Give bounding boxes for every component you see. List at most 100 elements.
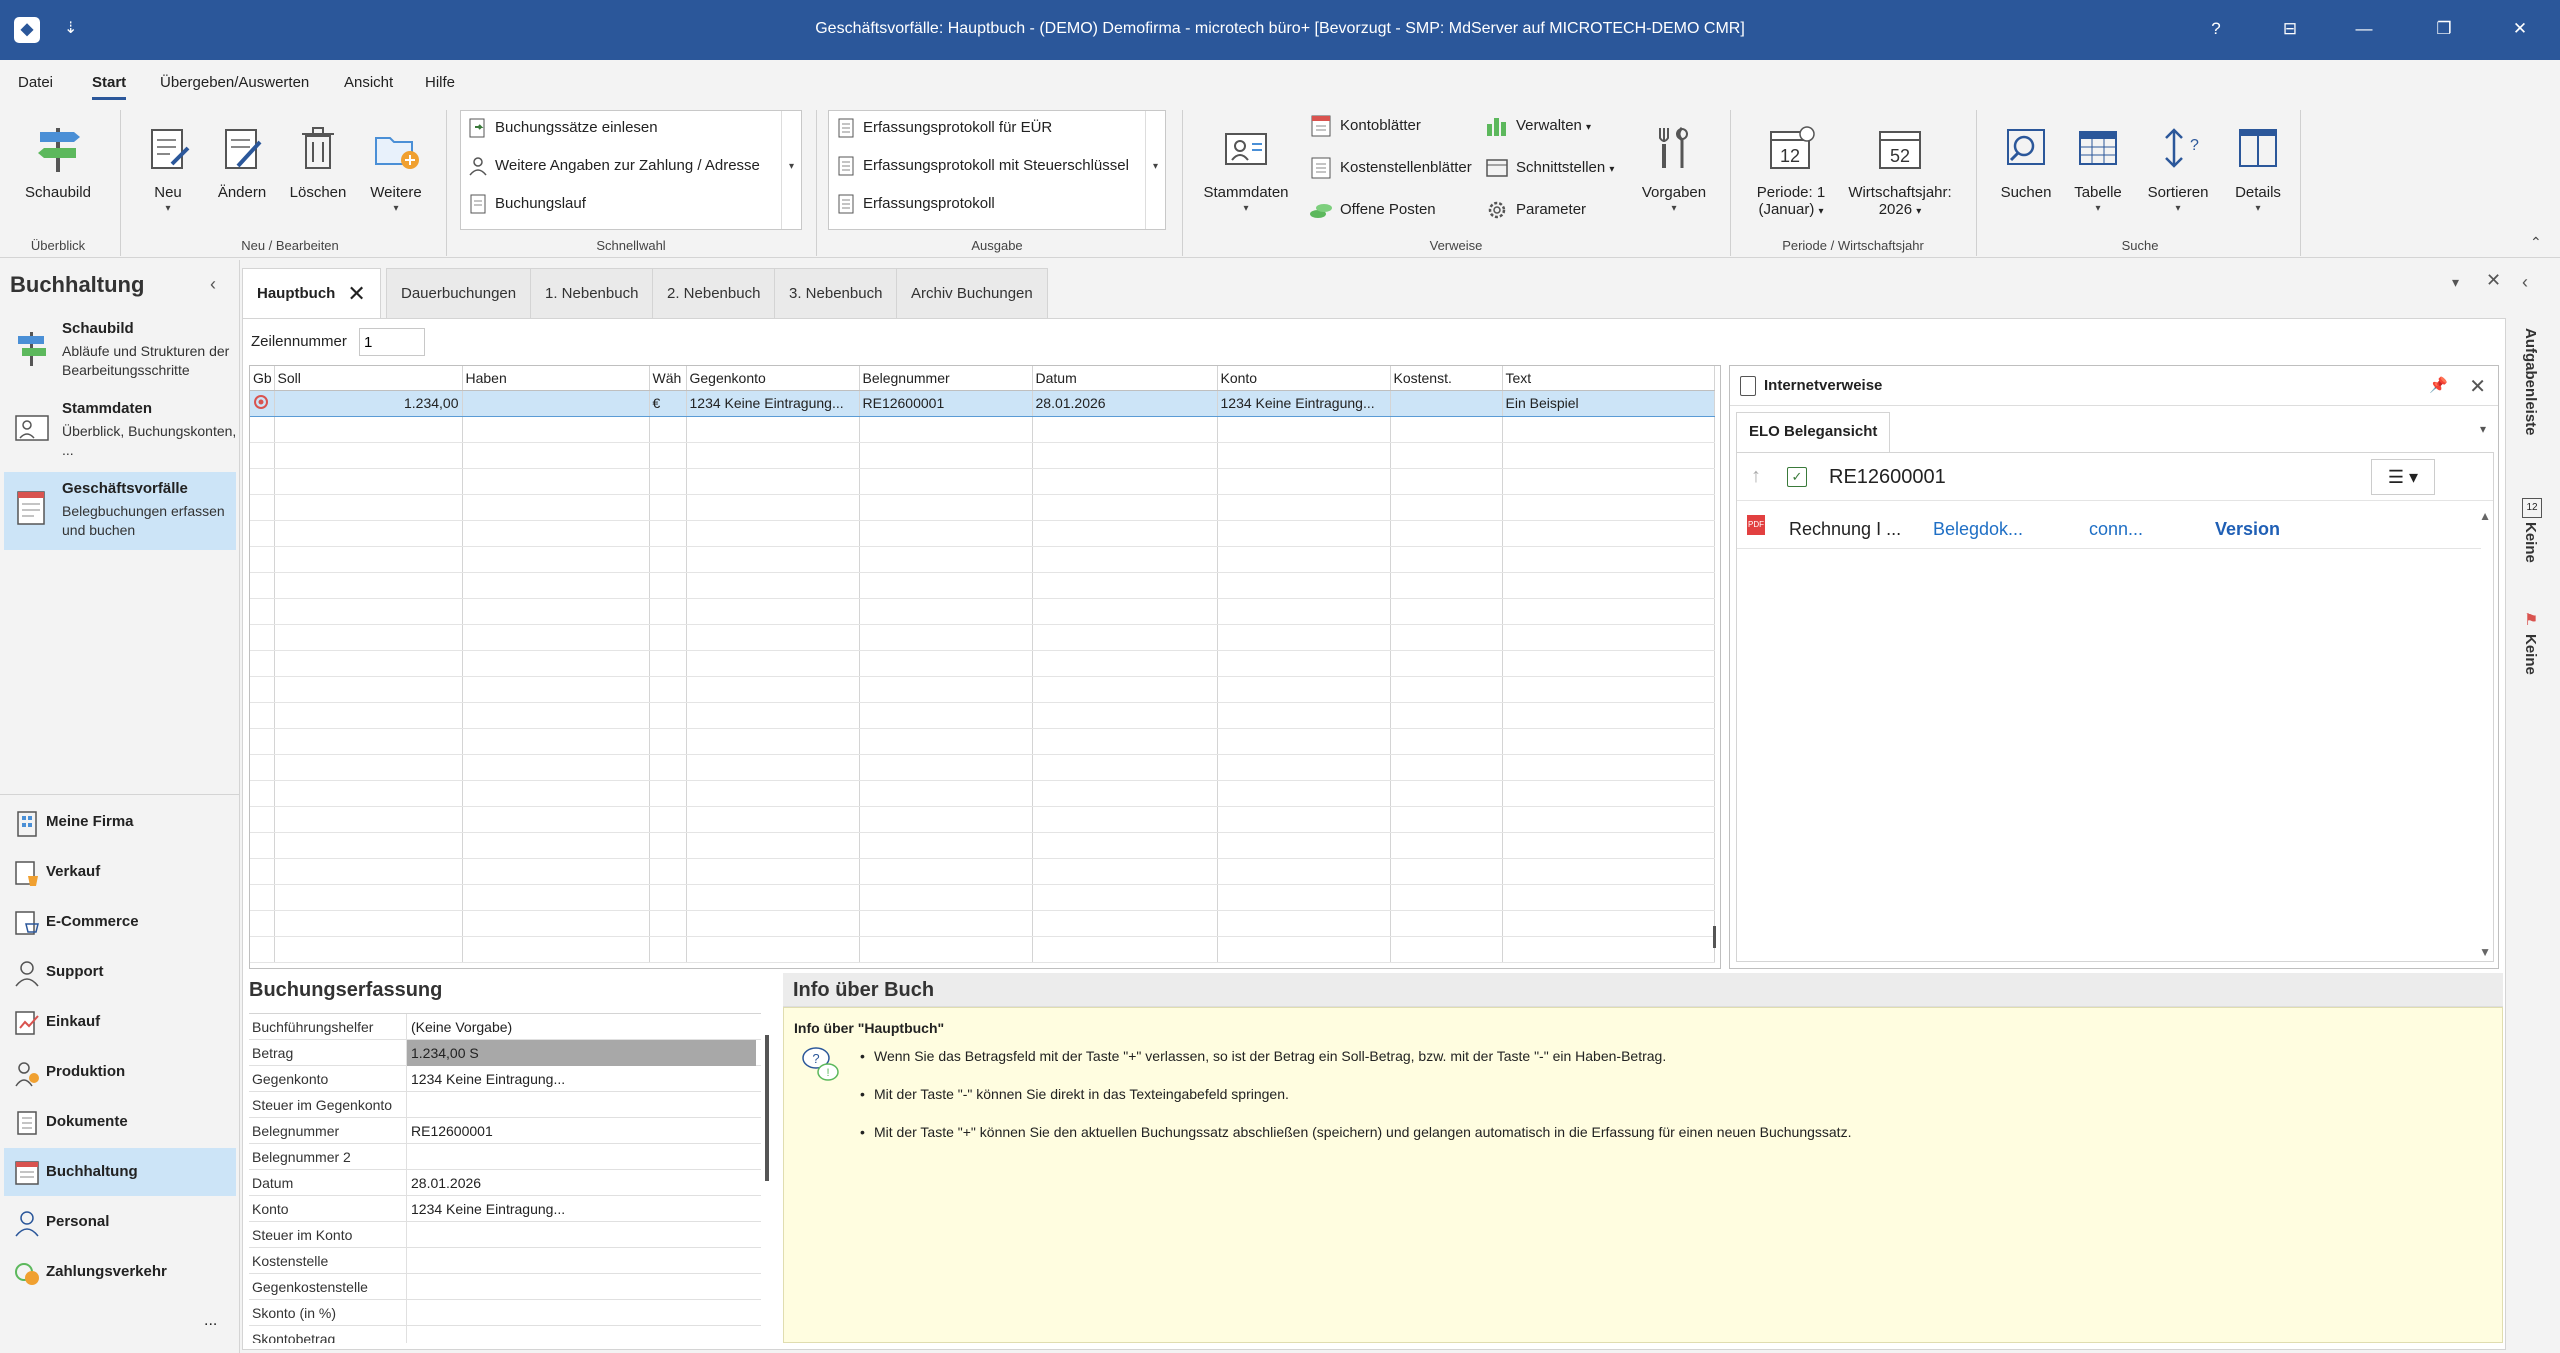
empty-cell[interactable]: [250, 806, 275, 833]
empty-cell[interactable]: [1032, 936, 1218, 963]
empty-cell[interactable]: [1390, 546, 1503, 573]
empty-cell[interactable]: [1502, 676, 1715, 703]
empty-cell[interactable]: [1390, 910, 1503, 937]
empty-cell[interactable]: [462, 754, 650, 781]
empty-cell[interactable]: [1217, 910, 1391, 937]
empty-cell[interactable]: [686, 702, 860, 729]
empty-cell[interactable]: [686, 910, 860, 937]
empty-cell[interactable]: [649, 728, 687, 755]
column-header-soll[interactable]: Soll: [274, 366, 463, 391]
empty-cell[interactable]: [649, 416, 687, 443]
empty-cell[interactable]: [859, 520, 1033, 547]
empty-cell[interactable]: [1390, 494, 1503, 521]
nav-module-produktion[interactable]: Produktion: [4, 1048, 236, 1096]
collapse-ribbon-icon[interactable]: ⌃: [2530, 234, 2542, 251]
nav-module-personal[interactable]: Personal: [4, 1198, 236, 1246]
vorgaben-button[interactable]: Vorgaben ▾: [1636, 122, 1712, 214]
empty-table-row[interactable]: [250, 806, 1715, 833]
empty-cell[interactable]: [1217, 572, 1391, 599]
empty-cell[interactable]: [1502, 494, 1715, 521]
empty-cell[interactable]: [250, 780, 275, 807]
empty-cell[interactable]: [686, 884, 860, 911]
empty-cell[interactable]: [1032, 494, 1218, 521]
empty-cell[interactable]: [274, 702, 463, 729]
form-scrollbar[interactable]: [765, 1035, 769, 1181]
empty-cell[interactable]: [649, 520, 687, 547]
expand-strip-icon[interactable]: ‹: [2522, 272, 2528, 293]
empty-table-row[interactable]: [250, 650, 1715, 677]
empty-table-row[interactable]: [250, 728, 1715, 755]
empty-cell[interactable]: [649, 572, 687, 599]
empty-table-row[interactable]: [250, 780, 1715, 807]
empty-cell[interactable]: [859, 884, 1033, 911]
empty-cell[interactable]: [1390, 572, 1503, 599]
empty-cell[interactable]: [1217, 520, 1391, 547]
empty-cell[interactable]: [1390, 520, 1503, 547]
empty-cell[interactable]: [250, 572, 275, 599]
empty-cell[interactable]: [859, 416, 1033, 443]
empty-cell[interactable]: [1502, 468, 1715, 495]
empty-cell[interactable]: [686, 598, 860, 625]
grid-scrollbar[interactable]: [1713, 926, 1716, 948]
empty-cell[interactable]: [462, 728, 650, 755]
close-button[interactable]: ✕: [2500, 14, 2540, 44]
kontoblaetter-button[interactable]: Kontoblätter: [1308, 112, 1421, 142]
empty-cell[interactable]: [250, 676, 275, 703]
erfassungsprotokoll-euer-item[interactable]: Erfassungsprotokoll für EÜR: [835, 117, 1052, 139]
empty-cell[interactable]: [250, 702, 275, 729]
field-skonto-prozent[interactable]: Skonto (in %): [249, 1300, 761, 1326]
empty-table-row[interactable]: [250, 546, 1715, 573]
empty-cell[interactable]: [1502, 546, 1715, 573]
empty-cell[interactable]: [250, 416, 275, 443]
tab-1-nebenbuch[interactable]: 1. Nebenbuch: [530, 268, 654, 320]
empty-cell[interactable]: [1390, 442, 1503, 469]
empty-cell[interactable]: [649, 806, 687, 833]
field-belegnummer-2[interactable]: Belegnummer 2: [249, 1144, 761, 1170]
empty-cell[interactable]: [859, 728, 1033, 755]
empty-table-row[interactable]: [250, 702, 1715, 729]
tab-start[interactable]: Start: [92, 74, 127, 100]
empty-cell[interactable]: [1217, 546, 1391, 573]
empty-cell[interactable]: [274, 598, 463, 625]
empty-cell[interactable]: [462, 780, 650, 807]
empty-cell[interactable]: [1502, 858, 1715, 885]
empty-cell[interactable]: [462, 572, 650, 599]
empty-cell[interactable]: [686, 650, 860, 677]
empty-cell[interactable]: [686, 494, 860, 521]
empty-cell[interactable]: [859, 624, 1033, 651]
nav-module-e-commerce[interactable]: E-Commerce: [4, 898, 236, 946]
restore-button[interactable]: ❐: [2424, 14, 2464, 44]
parameter-button[interactable]: Parameter: [1484, 196, 1586, 226]
empty-cell[interactable]: [1217, 806, 1391, 833]
empty-cell[interactable]: [250, 520, 275, 547]
minimize-button[interactable]: —: [2344, 14, 2384, 44]
empty-cell[interactable]: [649, 936, 687, 963]
elo-menu-button[interactable]: ☰ ▾: [2371, 459, 2435, 495]
tab-ansicht[interactable]: Ansicht: [344, 74, 393, 91]
empty-cell[interactable]: [250, 858, 275, 885]
tabelle-button[interactable]: Tabelle ▾: [2062, 122, 2134, 214]
empty-cell[interactable]: [1032, 468, 1218, 495]
empty-cell[interactable]: [462, 858, 650, 885]
empty-cell[interactable]: [686, 468, 860, 495]
empty-cell[interactable]: [1390, 884, 1503, 911]
empty-cell[interactable]: [859, 858, 1033, 885]
empty-cell[interactable]: [462, 520, 650, 547]
periode-button[interactable]: 12 Periode: 1 (Januar) ▾: [1746, 122, 1836, 218]
empty-cell[interactable]: [1032, 624, 1218, 651]
keine-flags-label[interactable]: Keine: [2522, 634, 2539, 675]
empty-cell[interactable]: [250, 884, 275, 911]
empty-cell[interactable]: [649, 702, 687, 729]
empty-cell[interactable]: [1390, 598, 1503, 625]
empty-cell[interactable]: [1217, 442, 1391, 469]
empty-cell[interactable]: [859, 806, 1033, 833]
empty-table-row[interactable]: [250, 572, 1715, 599]
empty-cell[interactable]: [1390, 806, 1503, 833]
empty-cell[interactable]: [1032, 780, 1218, 807]
nav-module-einkauf[interactable]: Einkauf: [4, 998, 236, 1046]
field-datum[interactable]: Datum 28.01.2026: [249, 1170, 761, 1196]
empty-cell[interactable]: [1217, 728, 1391, 755]
empty-cell[interactable]: [274, 520, 463, 547]
empty-cell[interactable]: [1502, 806, 1715, 833]
empty-cell[interactable]: [859, 442, 1033, 469]
